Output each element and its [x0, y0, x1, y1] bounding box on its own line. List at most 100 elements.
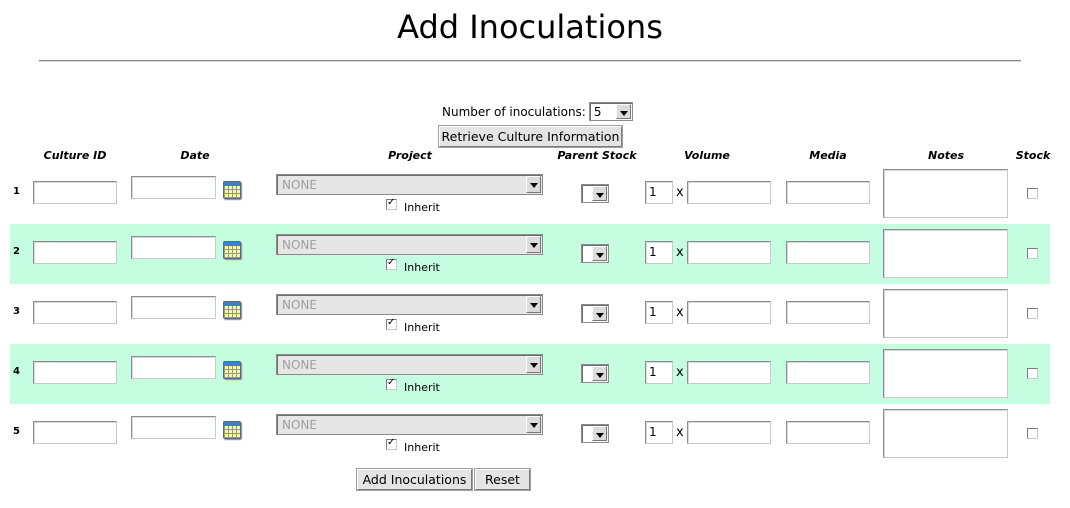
inoculation-count-select[interactable]: 5 — [588, 102, 633, 121]
chevron-down-icon — [592, 246, 607, 261]
parent-stock-select[interactable] — [581, 424, 609, 443]
inoculation-count-label: Number of inoculations: — [442, 104, 586, 119]
stock-checkbox[interactable] — [1027, 368, 1038, 379]
retrieve-culture-button[interactable]: Retrieve Culture Information — [438, 125, 623, 148]
parent-stock-select[interactable] — [581, 184, 609, 203]
header-project: Project — [388, 149, 432, 162]
inherit-label: Inherit — [404, 321, 440, 334]
stock-checkbox[interactable] — [1027, 248, 1038, 259]
row-number: 4 — [13, 366, 20, 377]
chevron-down-icon — [526, 176, 541, 193]
date-input[interactable] — [131, 296, 216, 319]
project-value: NONE — [282, 418, 317, 432]
volume-multiplier: x — [676, 365, 684, 380]
inherit-checkbox[interactable] — [386, 317, 397, 330]
table-row: 2 NONE Inherit 1 x — [10, 224, 1050, 284]
header-date: Date — [180, 149, 210, 162]
volume-input[interactable] — [687, 361, 771, 384]
header-volume: Volume — [684, 149, 730, 162]
header-media: Media — [809, 149, 847, 162]
media-input[interactable] — [786, 421, 870, 444]
volume-quantity-value: 1 — [649, 305, 657, 319]
date-input[interactable] — [131, 176, 216, 199]
culture-id-input[interactable] — [33, 421, 117, 444]
chevron-down-icon — [526, 356, 541, 373]
project-select[interactable]: NONE — [276, 354, 543, 375]
inherit-label: Inherit — [404, 381, 440, 394]
table-row: 5 NONE Inherit 1 x — [10, 404, 1050, 464]
inherit-checkbox[interactable] — [386, 257, 397, 270]
volume-multiplier: x — [676, 305, 684, 320]
project-value: NONE — [282, 298, 317, 312]
notes-textarea[interactable] — [883, 409, 1008, 458]
project-value: NONE — [282, 178, 317, 192]
inherit-checkbox[interactable] — [386, 437, 397, 450]
parent-stock-select[interactable] — [581, 304, 609, 323]
calendar-icon[interactable] — [223, 301, 241, 319]
volume-quantity-input[interactable]: 1 — [645, 181, 673, 204]
media-input[interactable] — [786, 301, 870, 324]
inherit-label: Inherit — [404, 261, 440, 274]
inherit-checkbox[interactable] — [386, 377, 397, 390]
chevron-down-icon — [526, 296, 541, 313]
volume-input[interactable] — [687, 181, 771, 204]
inherit-label: Inherit — [404, 201, 440, 214]
media-input[interactable] — [786, 361, 870, 384]
volume-input[interactable] — [687, 301, 771, 324]
project-select[interactable]: NONE — [276, 174, 543, 195]
date-input[interactable] — [131, 356, 216, 379]
date-input[interactable] — [131, 416, 216, 439]
notes-textarea[interactable] — [883, 229, 1008, 278]
row-number: 2 — [13, 246, 20, 257]
volume-input[interactable] — [687, 421, 771, 444]
volume-quantity-input[interactable]: 1 — [645, 361, 673, 384]
volume-multiplier: x — [676, 425, 684, 440]
inoculation-count-row: Number of inoculations: 5 — [442, 102, 633, 121]
volume-quantity-input[interactable]: 1 — [645, 241, 673, 264]
volume-quantity-input[interactable]: 1 — [645, 421, 673, 444]
notes-textarea[interactable] — [883, 169, 1008, 218]
project-value: NONE — [282, 358, 317, 372]
volume-quantity-value: 1 — [649, 425, 657, 439]
add-inoculations-button[interactable]: Add Inoculations — [356, 468, 473, 491]
volume-quantity-value: 1 — [649, 365, 657, 379]
table-row: 3 NONE Inherit 1 x — [10, 284, 1050, 344]
volume-quantity-value: 1 — [649, 245, 657, 259]
chevron-down-icon — [615, 104, 631, 119]
calendar-icon[interactable] — [223, 361, 241, 379]
project-value: NONE — [282, 238, 317, 252]
project-select[interactable]: NONE — [276, 234, 543, 255]
parent-stock-select[interactable] — [581, 364, 609, 383]
header-culture-id: Culture ID — [43, 149, 107, 162]
header-notes: Notes — [927, 149, 965, 162]
stock-checkbox[interactable] — [1027, 188, 1038, 199]
notes-textarea[interactable] — [883, 349, 1008, 398]
culture-id-input[interactable] — [33, 301, 117, 324]
volume-input[interactable] — [687, 241, 771, 264]
inherit-checkbox[interactable] — [386, 197, 397, 210]
culture-id-input[interactable] — [33, 181, 117, 204]
table-row: 4 NONE Inherit 1 x — [10, 344, 1050, 404]
reset-button[interactable]: Reset — [474, 468, 531, 491]
chevron-down-icon — [592, 306, 607, 321]
stock-checkbox[interactable] — [1027, 428, 1038, 439]
date-input[interactable] — [131, 236, 216, 259]
chevron-down-icon — [592, 366, 607, 381]
media-input[interactable] — [786, 181, 870, 204]
volume-quantity-input[interactable]: 1 — [645, 301, 673, 324]
parent-stock-select[interactable] — [581, 244, 609, 263]
row-number: 5 — [13, 426, 20, 437]
stock-checkbox[interactable] — [1027, 308, 1038, 319]
calendar-icon[interactable] — [223, 421, 241, 439]
calendar-icon[interactable] — [223, 241, 241, 259]
culture-id-input[interactable] — [33, 241, 117, 264]
culture-id-input[interactable] — [33, 361, 117, 384]
calendar-icon[interactable] — [223, 181, 241, 199]
project-select[interactable]: NONE — [276, 294, 543, 315]
notes-textarea[interactable] — [883, 289, 1008, 338]
volume-multiplier: x — [676, 245, 684, 260]
header-parent-stock: Parent Stock — [557, 149, 637, 162]
row-number: 3 — [13, 306, 20, 317]
project-select[interactable]: NONE — [276, 414, 543, 435]
media-input[interactable] — [786, 241, 870, 264]
